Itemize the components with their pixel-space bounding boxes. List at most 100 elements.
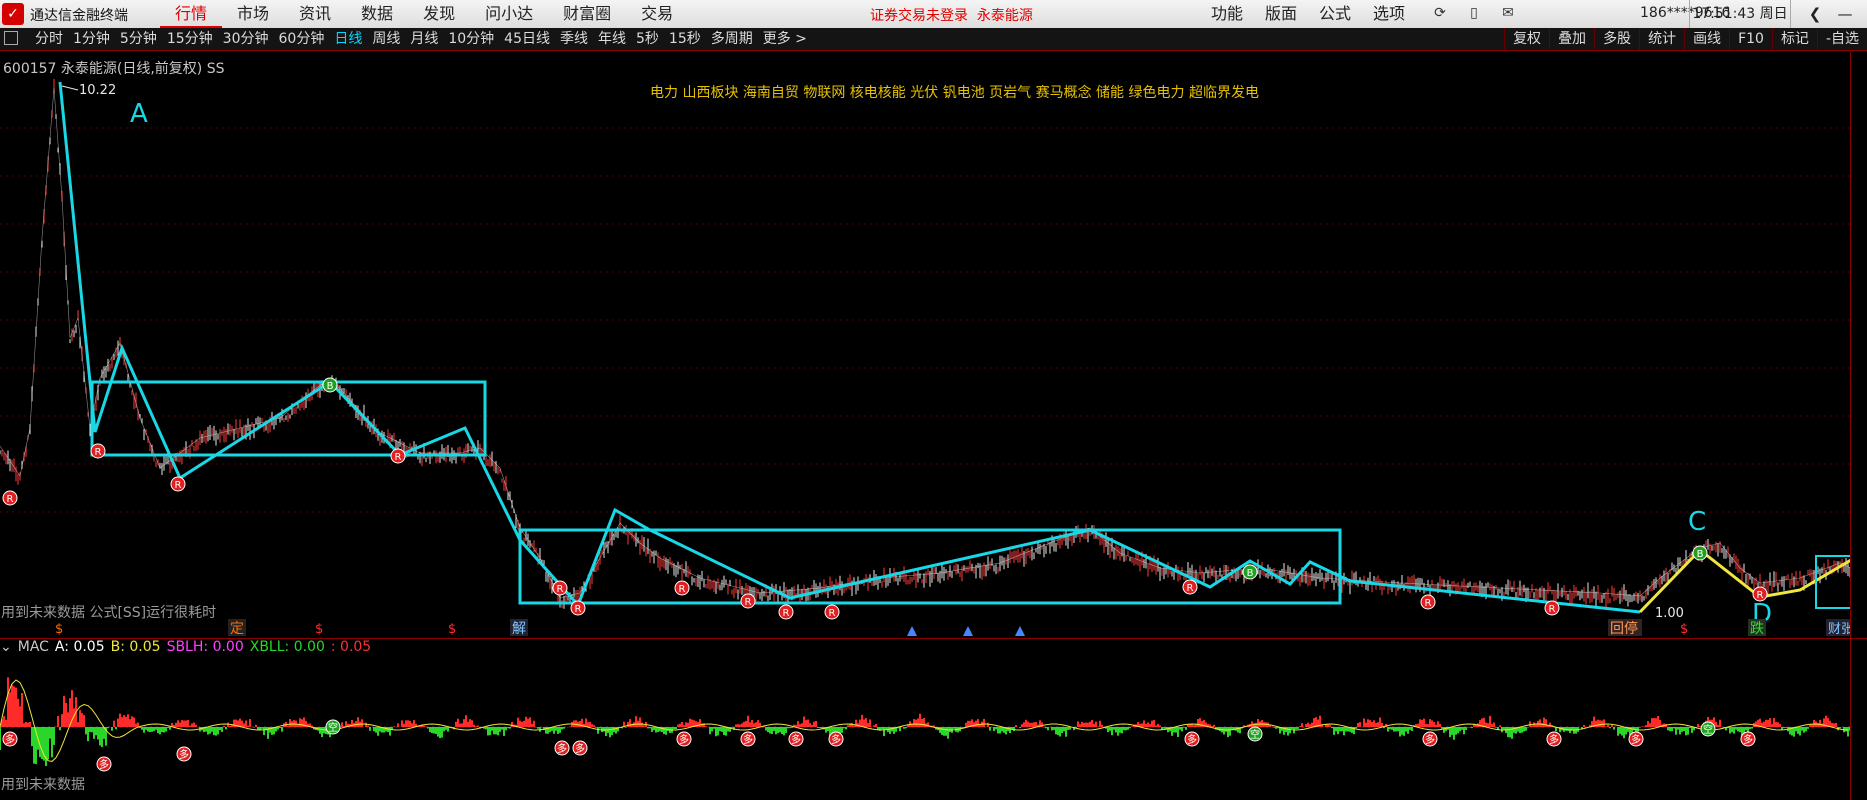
- peak-pointer: [61, 85, 79, 91]
- period-tab[interactable]: 10分钟: [443, 28, 499, 50]
- phone-icon[interactable]: ▯: [1464, 3, 1484, 23]
- signal-s: $: [1680, 622, 1688, 637]
- b-marker-text: B: [1247, 568, 1254, 579]
- login-notice[interactable]: 证券交易未登录 永泰能源: [870, 5, 1033, 25]
- tool-button[interactable]: 叠加: [1549, 28, 1594, 50]
- signal-s: $: [315, 622, 323, 637]
- period-tab[interactable]: 1分钟: [68, 28, 115, 50]
- b-marker-text: B: [327, 381, 334, 392]
- period-tab[interactable]: 45日线: [499, 28, 555, 50]
- kline-chart[interactable]: 10.22ACD1.00RRRRRRRRR RRRRRBBB$ $ $ $定解回停跌财张: [0, 52, 1851, 638]
- indicator-b-value: 0.05: [129, 639, 161, 655]
- r-marker-text: R: [1187, 583, 1194, 594]
- kong-marker-text: 空: [328, 721, 338, 734]
- indicator-warning: 用到未来数据: [1, 777, 85, 793]
- period-tab[interactable]: 5秒: [631, 28, 664, 50]
- clock: 17:51:43 周日: [1689, 0, 1791, 28]
- tool-button[interactable]: 统计: [1639, 28, 1684, 50]
- app-title: 通达信金融终端: [30, 8, 128, 24]
- mail-icon[interactable]: ✉: [1498, 3, 1518, 23]
- nav-item[interactable]: 资讯: [284, 0, 346, 28]
- period-tab[interactable]: 60分钟: [274, 28, 330, 50]
- period-tab[interactable]: 周线: [367, 28, 405, 50]
- duo-marker-text: 多: [1187, 733, 1197, 746]
- signal-jie: 解: [512, 621, 526, 637]
- nav-item[interactable]: 问小达: [470, 0, 548, 28]
- period-tab[interactable]: 5分钟: [115, 28, 162, 50]
- collapse-icon[interactable]: ⌄: [0, 638, 12, 656]
- r-marker-text: R: [575, 604, 582, 615]
- nav-item[interactable]: 发现: [408, 0, 470, 28]
- app-logo-icon: ✓: [2, 3, 24, 25]
- r-marker-text: R: [395, 452, 402, 463]
- tool-button[interactable]: 多股: [1594, 28, 1639, 50]
- tool-button[interactable]: 画线: [1684, 28, 1729, 50]
- signal-s: $: [448, 622, 456, 637]
- indicator-name[interactable]: MAC: [18, 638, 49, 656]
- period-tab[interactable]: 年线: [593, 28, 631, 50]
- period-tab[interactable]: 15分钟: [162, 28, 218, 50]
- current-stock-link[interactable]: 永泰能源: [977, 8, 1033, 24]
- menu-item[interactable]: 选项: [1362, 0, 1416, 28]
- kong-marker-text: 空: [1250, 728, 1260, 741]
- nav-item[interactable]: 市场: [222, 0, 284, 28]
- duo-marker-text: 多: [5, 733, 15, 746]
- tool-button[interactable]: F10: [1729, 28, 1772, 50]
- tool-button[interactable]: -自选: [1816, 28, 1867, 50]
- r-marker-text: R: [175, 480, 182, 491]
- r-marker-text: R: [557, 584, 564, 595]
- menu-item[interactable]: 功能: [1200, 0, 1254, 28]
- duo-marker-text: 多: [1631, 733, 1641, 746]
- stock-info: 600157 永泰能源(日线,前复权) SS: [3, 61, 225, 77]
- refresh-icon[interactable]: ⟳: [1430, 3, 1450, 23]
- period-tab[interactable]: 更多 >: [758, 28, 812, 50]
- up-arrow-icon: [963, 626, 973, 636]
- indicator-b-label: B:: [110, 639, 125, 655]
- r-marker-text: R: [783, 608, 790, 619]
- kong-marker-text: 空: [1703, 723, 1713, 736]
- duo-marker-text: 多: [1549, 733, 1559, 746]
- period-tab[interactable]: 多周期: [706, 28, 758, 50]
- indicator-a-label: A:: [54, 639, 69, 655]
- sector-tags: 电力 山西板块 海南自贸 物联网 核电核能 光伏 钒电池 页岩气 赛马概念 储能…: [650, 85, 1259, 101]
- nav-item[interactable]: 交易: [626, 0, 688, 28]
- indicator-sblh-label: SBLH:: [166, 639, 209, 655]
- nav-item[interactable]: 行情: [160, 0, 223, 28]
- period-tab[interactable]: 月线: [405, 28, 443, 50]
- duo-marker-text: 多: [557, 742, 567, 755]
- minimize-icon[interactable]: —: [1830, 0, 1860, 28]
- main-nav: 行情 市场 资讯 数据 发现 问小达 财富圈 交易: [160, 0, 688, 28]
- period-tab[interactable]: 30分钟: [218, 28, 274, 50]
- wave-line: [58, 81, 1641, 614]
- signal-s: $: [55, 622, 63, 637]
- signal-cai: 财张: [1828, 622, 1851, 637]
- tool-button[interactable]: 标记: [1771, 28, 1817, 50]
- nav-item[interactable]: 财富圈: [548, 0, 626, 28]
- right-menu: 功能 版面 公式 选项: [1200, 0, 1416, 28]
- up-arrow-icon: [1015, 626, 1025, 636]
- period-tab[interactable]: 日线: [329, 28, 367, 50]
- r-marker-text: R: [95, 447, 102, 458]
- period-tab[interactable]: 15秒: [664, 28, 706, 50]
- period-tab[interactable]: 分时: [30, 28, 68, 50]
- login-status: 证券交易未登录: [870, 8, 968, 24]
- period-tab[interactable]: 季线: [555, 28, 593, 50]
- indicator-last-value: : 0.05: [330, 639, 372, 655]
- wave-label-c: C: [1688, 507, 1706, 537]
- indicator-xbll-value: 0.00: [293, 639, 325, 655]
- menu-item[interactable]: 公式: [1308, 0, 1362, 28]
- duo-marker-text: 多: [679, 733, 689, 746]
- right-scale: [1850, 52, 1867, 800]
- layout-toggle-icon[interactable]: [4, 31, 18, 45]
- chart-tools: 复权 叠加 多股 统计 画线 F10 标记 -自选: [1504, 28, 1867, 50]
- tool-button[interactable]: 复权: [1504, 28, 1549, 50]
- back-icon[interactable]: ❮: [1800, 0, 1830, 28]
- r-marker-text: R: [829, 608, 836, 619]
- wave-label-a: A: [130, 99, 148, 129]
- indicator-chart[interactable]: 多多多多 多多多多多多多多多多空空空: [0, 656, 1851, 800]
- nav-item[interactable]: 数据: [346, 0, 408, 28]
- duo-marker-text: 多: [1743, 733, 1753, 746]
- title-bar: ✓ 通达信金融终端 行情 市场 资讯 数据 发现 问小达 财富圈 交易 证券交易未登录 永泰能…: [0, 0, 1867, 29]
- menu-item[interactable]: 版面: [1254, 0, 1308, 28]
- duo-marker-text: 多: [791, 733, 801, 746]
